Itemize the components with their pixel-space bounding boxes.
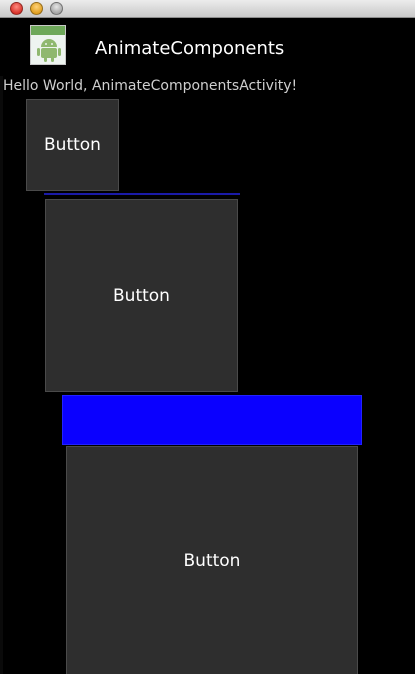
hello-world-text: Hello World, AnimateComponentsActivity! — [3, 78, 298, 94]
blue-animated-block — [62, 395, 362, 445]
button-small[interactable]: Button — [26, 99, 119, 191]
close-window-button[interactable] — [10, 2, 23, 15]
button-medium-label: Button — [113, 285, 170, 306]
window-titlebar — [0, 0, 415, 18]
app-title: AnimateComponents — [95, 38, 285, 59]
minimize-window-button[interactable] — [30, 2, 43, 15]
android-app-icon — [30, 25, 66, 65]
button-small-label: Button — [44, 135, 101, 155]
button-large-label: Button — [183, 550, 241, 571]
window-left-edge — [0, 18, 3, 674]
animated-line-divider — [44, 193, 240, 195]
button-medium[interactable]: Button — [45, 199, 238, 392]
zoom-window-button[interactable] — [50, 2, 63, 15]
button-large[interactable]: Button — [66, 446, 358, 674]
